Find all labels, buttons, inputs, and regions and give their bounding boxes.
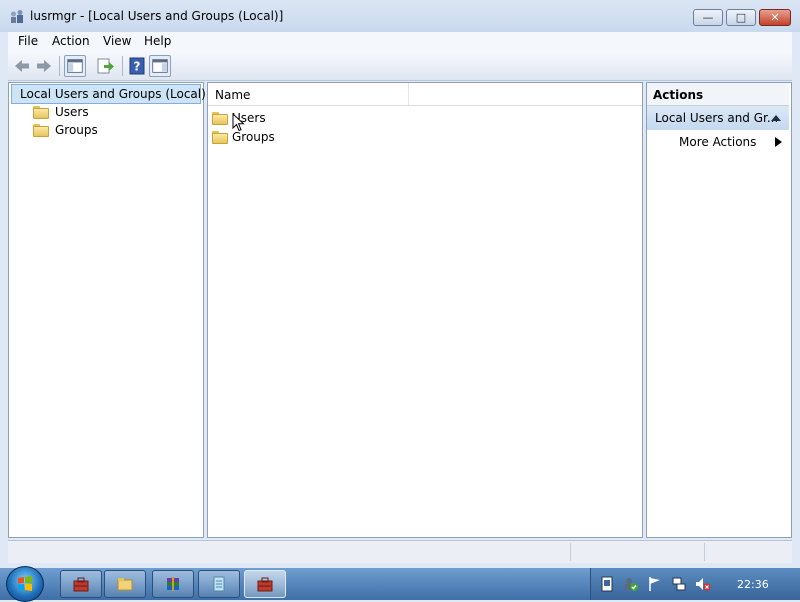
- svg-text:?: ?: [134, 60, 141, 74]
- security-check-icon[interactable]: [623, 576, 639, 592]
- more-actions-item[interactable]: More Actions: [647, 133, 789, 151]
- toolbar-separator: [59, 56, 60, 76]
- taskbar-button-winrar[interactable]: [152, 570, 194, 598]
- actions-header: Actions: [647, 83, 789, 106]
- column-divider[interactable]: [408, 83, 409, 105]
- back-arrow-icon[interactable]: [11, 55, 33, 77]
- menu-help[interactable]: Help: [144, 34, 171, 48]
- start-button[interactable]: [6, 566, 44, 602]
- app-icon: [11, 10, 23, 23]
- help-icon[interactable]: ?: [126, 55, 148, 77]
- forward-arrow-icon[interactable]: [33, 55, 55, 77]
- toolbox-icon: [257, 577, 273, 592]
- submenu-arrow-icon: [775, 137, 782, 147]
- column-name-label: Name: [215, 88, 251, 102]
- taskbar: 22:36: [0, 566, 800, 602]
- console-tree-pane: Local Users and Groups (Local) Users Gro…: [8, 82, 206, 538]
- minimize-icon: —: [702, 11, 714, 24]
- tree-item-label: Groups: [55, 123, 98, 137]
- folder-icon: [117, 578, 133, 591]
- tree-item-groups[interactable]: Groups: [33, 121, 98, 139]
- mouse-cursor-icon: [232, 113, 245, 132]
- actions-group-header[interactable]: Local Users and Gr...: [647, 106, 789, 130]
- folder-icon: [212, 111, 228, 125]
- tree-item-users[interactable]: Users: [33, 103, 89, 121]
- actions-title: Actions: [653, 88, 704, 102]
- toolbar: ?: [8, 52, 792, 81]
- actions-group-label: Local Users and Gr...: [655, 111, 779, 125]
- toolbox-icon: [73, 577, 89, 592]
- toolbar-separator: [122, 56, 123, 76]
- maximize-button[interactable]: □: [726, 9, 756, 26]
- show-hide-console-tree-icon[interactable]: [64, 55, 86, 77]
- folder-icon: [33, 123, 49, 137]
- clock[interactable]: 22:36: [737, 578, 769, 591]
- more-actions-label: More Actions: [679, 135, 757, 149]
- close-button[interactable]: ✕: [759, 9, 791, 26]
- maximize-icon: □: [735, 11, 747, 24]
- menu-view[interactable]: View: [103, 34, 131, 48]
- tree-root-label: Local Users and Groups (Local): [20, 87, 206, 101]
- menu-file[interactable]: File: [18, 34, 38, 48]
- network-icon[interactable]: [671, 576, 687, 592]
- notepad-icon: [213, 576, 225, 592]
- show-hide-action-pane-icon[interactable]: [149, 55, 171, 77]
- document-icon[interactable]: [599, 576, 615, 592]
- window-title: lusrmgr - [Local Users and Groups (Local…: [30, 9, 284, 23]
- close-icon: ✕: [770, 11, 780, 24]
- folder-icon: [212, 130, 228, 144]
- taskbar-button-lusrmgr[interactable]: [244, 570, 286, 598]
- tree-root-item[interactable]: Local Users and Groups (Local): [11, 84, 206, 104]
- taskbar-button-notepad[interactable]: [198, 570, 240, 598]
- tree-item-label: Users: [55, 105, 89, 119]
- actions-pane: Actions Local Users and Gr... More Actio…: [646, 82, 792, 538]
- taskbar-button-computer-management[interactable]: [60, 570, 102, 598]
- system-tray: 22:36: [590, 568, 800, 600]
- taskbar-button-explorer[interactable]: [104, 570, 146, 598]
- archive-icon: [167, 577, 179, 591]
- minimize-button[interactable]: —: [693, 9, 723, 26]
- status-segment: [704, 543, 791, 561]
- status-bar: [8, 540, 792, 563]
- collapse-arrow-icon[interactable]: [771, 114, 781, 121]
- windows-logo-icon: [18, 576, 32, 591]
- flag-icon[interactable]: [647, 576, 663, 592]
- status-segment: [570, 543, 705, 561]
- volume-muted-icon[interactable]: [695, 576, 711, 592]
- title-bar[interactable]: lusrmgr - [Local Users and Groups (Local…: [0, 0, 800, 32]
- menu-action[interactable]: Action: [52, 34, 90, 48]
- folder-icon: [33, 105, 49, 119]
- export-list-icon[interactable]: [94, 55, 116, 77]
- menu-bar: File Action View Help: [8, 32, 792, 52]
- column-header[interactable]: Name: [208, 83, 642, 106]
- results-pane: Name Users Groups: [207, 82, 643, 538]
